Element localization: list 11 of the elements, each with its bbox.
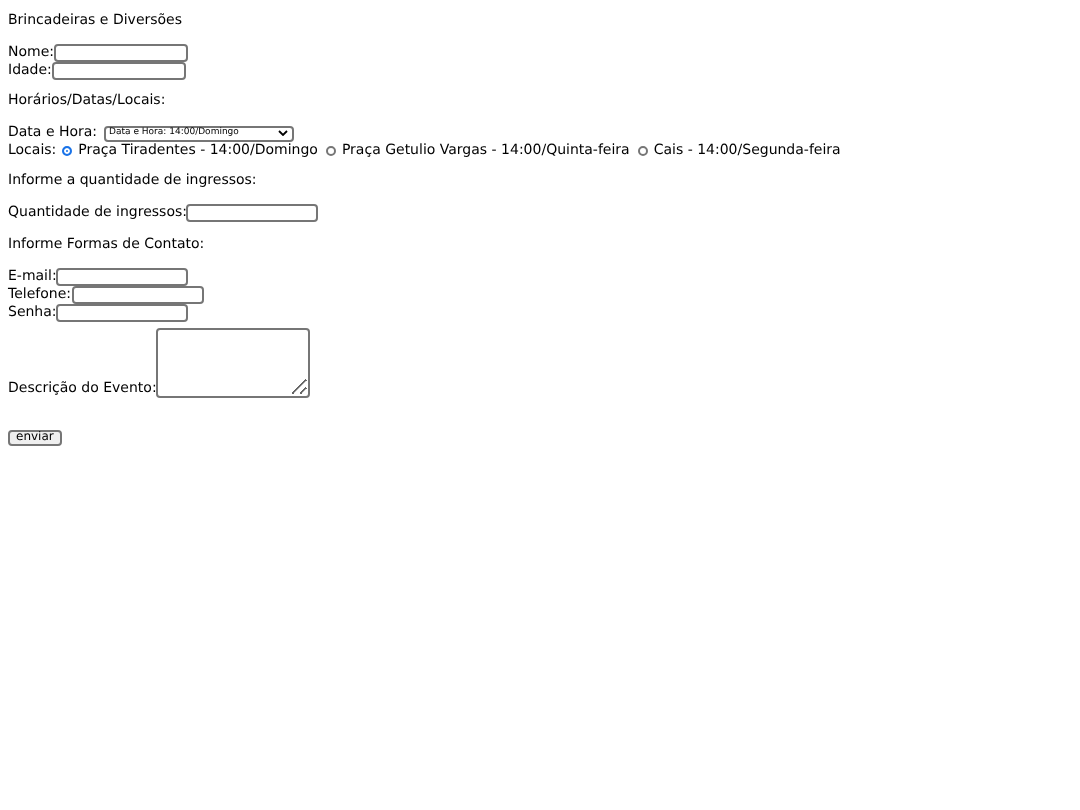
text-area[interactable] — [156, 328, 311, 398]
chevron-down-icon — [277, 130, 288, 136]
text-field[interactable] — [186, 204, 319, 222]
radio-button[interactable] — [62, 146, 73, 156]
radio-button[interactable] — [637, 146, 648, 156]
text-field[interactable] — [71, 286, 203, 304]
radio-button[interactable] — [325, 146, 336, 156]
text-field[interactable] — [56, 268, 189, 286]
text-field[interactable] — [51, 62, 186, 80]
text-field[interactable] — [54, 44, 189, 62]
text-field[interactable] — [56, 304, 189, 322]
